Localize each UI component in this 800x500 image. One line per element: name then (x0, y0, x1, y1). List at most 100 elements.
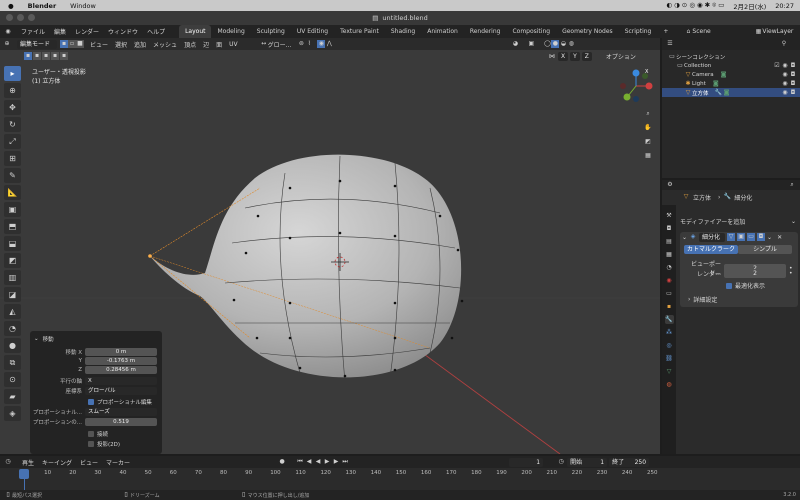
eye-icon[interactable]: ◉ (781, 80, 789, 88)
spin-icon[interactable]: ◔ (4, 321, 21, 336)
subdivided-mesh[interactable] (150, 154, 462, 378)
connected-checkbox[interactable] (88, 430, 94, 437)
scale-icon[interactable]: ⤢ (4, 134, 21, 149)
edge-slide-icon[interactable]: ⧉ (4, 355, 21, 370)
wrench-icon[interactable]: 🔧 (715, 89, 723, 97)
move-y-field[interactable]: -0.1763 m (85, 356, 157, 365)
shrink-icon[interactable]: ⊙ (4, 372, 21, 387)
menu-mesh[interactable]: メッシュ (153, 40, 177, 49)
viewport-toggle-icon[interactable]: ▭ (747, 233, 756, 241)
filter-icon[interactable]: ⚲ (780, 40, 788, 48)
overlay-icon[interactable]: ◕ (511, 40, 519, 48)
bevel-icon[interactable]: ◩ (4, 253, 21, 268)
mirror-y[interactable]: Y (570, 52, 580, 61)
parallel-axis-select[interactable]: X (85, 376, 157, 385)
modifier-name-field[interactable]: 細分化 (699, 232, 726, 242)
menu-select[interactable]: 選択 (115, 40, 127, 49)
move-x-field[interactable]: 0 m (85, 347, 157, 356)
knife-icon[interactable]: ◪ (4, 287, 21, 302)
tab-layout[interactable]: Layout (179, 25, 212, 38)
menu-face[interactable]: 面 (216, 40, 222, 49)
tab-compositing[interactable]: Compositing (506, 25, 556, 38)
camera-data-icon[interactable]: ◙ (720, 71, 728, 79)
camera-render-icon[interactable]: ◘ (789, 71, 797, 79)
select-new-icon[interactable]: ▪ (24, 52, 32, 60)
world-tab-icon[interactable]: ◉ (665, 276, 674, 285)
catmull-clark-button[interactable]: カトマルクラーク (684, 245, 738, 254)
clock-time[interactable]: 20:27 (775, 2, 794, 10)
timeline-editor-icon[interactable]: ◷ (4, 458, 12, 466)
annotate-icon[interactable]: ✎ (4, 168, 21, 183)
smooth-icon[interactable]: ● (4, 338, 21, 353)
frame-end-field[interactable]: 終了 250 (609, 457, 650, 467)
tab-animation[interactable]: Animation (421, 25, 464, 38)
mirror-toggle-icon[interactable]: ⋈ (548, 53, 556, 61)
mirror-z[interactable]: Z (581, 52, 592, 61)
playhead[interactable] (19, 469, 29, 479)
menu-timeline-view[interactable]: ビュー (80, 458, 98, 467)
mirror-x[interactable]: X (558, 52, 569, 61)
outliner-row-collection[interactable]: ▭ Collection ☑ ◉ ◘ (662, 61, 800, 70)
tab-geometry-nodes[interactable]: Geometry Nodes (556, 25, 619, 38)
xray-icon[interactable]: ▣ (527, 40, 535, 48)
status-icons[interactable]: ◐ ◑ ⊙ ◎ ◉ ✱ ⌾ ▭ (666, 1, 724, 10)
tab-texture-paint[interactable]: Texture Paint (334, 25, 385, 38)
proportional-edit-icon[interactable]: ◉ (317, 40, 326, 48)
apple-menu-icon[interactable]: ● (8, 2, 14, 10)
jump-end-icon[interactable]: ⏭ (341, 458, 349, 466)
menu-view[interactable]: ビュー (90, 40, 108, 49)
tab-modeling[interactable]: Modeling (211, 25, 250, 38)
rip-icon[interactable]: ◈ (4, 406, 21, 421)
measure-icon[interactable]: 📐 (4, 185, 21, 200)
view-layer-tab-icon[interactable]: ▦ (665, 250, 674, 259)
properties-editor-icon[interactable]: ⚙ (666, 181, 674, 189)
loop-cut-icon[interactable]: ▥ (4, 270, 21, 285)
modifier-collapse-icon[interactable]: ⌄ (682, 234, 687, 241)
eye-icon[interactable]: ◉ (781, 71, 789, 79)
collapse-icon[interactable]: ⌄ (34, 336, 39, 342)
edge-select-icon[interactable]: ▫ (68, 40, 76, 48)
object-tab-icon[interactable]: ▪ (665, 302, 674, 311)
scene-selector[interactable]: Scene (692, 28, 740, 35)
timeline-ruler[interactable]: 1102030405060708090100110120130140150160… (0, 470, 660, 479)
select-box-icon[interactable]: ▸ (4, 66, 21, 81)
play-icon[interactable]: ▶ (323, 458, 331, 466)
add-cube-icon[interactable]: ▣ (4, 202, 21, 217)
mode-selector[interactable]: 編集モード (17, 39, 57, 49)
shading-material-icon[interactable]: ◒ (559, 40, 567, 48)
zoom-icon[interactable]: ⌕ (644, 110, 652, 118)
falloff-icon[interactable]: ⋀ (325, 40, 333, 48)
menu-window[interactable]: ウィンドウ (108, 27, 138, 36)
transform-orientation[interactable]: グロー... (268, 40, 292, 49)
mesh-data-icon[interactable]: ◙ (723, 89, 731, 97)
prev-keyframe-icon[interactable]: ◀ (305, 458, 313, 466)
physics-tab-icon[interactable]: ◎ (665, 341, 674, 350)
zoom-icon[interactable] (28, 14, 35, 21)
close-icon[interactable] (6, 14, 13, 21)
constraints-tab-icon[interactable]: ⛓ (665, 354, 674, 363)
extrude-icon[interactable]: ⬒ (4, 219, 21, 234)
app-menu[interactable]: Blender (28, 2, 57, 10)
scene-collection-row[interactable]: ▭ シーンコレクション (662, 52, 800, 61)
blender-logo-icon[interactable]: ◉ (4, 28, 12, 36)
minimize-icon[interactable] (17, 14, 24, 21)
render-tab-icon[interactable]: ◘ (665, 224, 674, 233)
menu-uv[interactable]: UV (229, 41, 238, 48)
grid-ortho-icon[interactable]: ▦ (644, 152, 652, 160)
menu-add[interactable]: 追加 (134, 40, 146, 49)
menu-vertex[interactable]: 頂点 (184, 40, 196, 49)
levels-render-field[interactable]: 2 (724, 269, 786, 278)
vertex-select-icon[interactable]: ▪ (60, 40, 68, 48)
search-icon[interactable]: ⌕ (788, 181, 796, 189)
camera-render-icon[interactable]: ◘ (789, 62, 797, 70)
frame-start-field[interactable]: 開始 1 (567, 457, 608, 467)
current-frame-field[interactable]: 1 (509, 457, 544, 467)
proportional-checkbox[interactable] (88, 398, 94, 405)
window-controls[interactable] (6, 14, 35, 21)
light-data-icon[interactable]: ◙ (712, 80, 720, 88)
rotate-icon[interactable]: ↻ (4, 117, 21, 132)
clock-date[interactable]: 2月2日(水) (733, 1, 766, 11)
shear-icon[interactable]: ▰ (4, 389, 21, 404)
edit-mode-toggle-icon[interactable]: ▽ (727, 233, 736, 241)
inset-icon[interactable]: ⬓ (4, 236, 21, 251)
